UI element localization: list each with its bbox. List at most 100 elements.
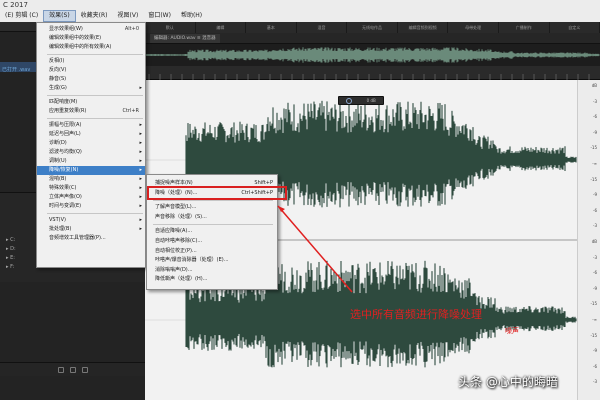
submenu-arrow-icon: ▸	[139, 194, 142, 200]
effects-menu: 显示效果组(W) Alt+0 编辑效果组中的效果(E) 编辑效果组中的所有效果(A) 反…	[36, 22, 146, 268]
db-tick: -∞	[592, 317, 597, 322]
menu-item[interactable]: (E) 剪辑 (C)	[0, 10, 43, 22]
menu-item-label: 反向(V)	[49, 67, 67, 73]
workspace-tab[interactable]: 广播制作	[499, 22, 550, 33]
volume-knob-icon[interactable]	[346, 97, 353, 104]
menu-item[interactable]: 混响(B) ▸	[37, 175, 145, 184]
menu-item[interactable]: 自适应降噪(A)...	[147, 227, 277, 236]
menu-item-label: VST(V)	[49, 217, 66, 223]
workspace-tab[interactable]: 无线电作品	[347, 22, 398, 33]
menu-item[interactable]: 了解声音模型(L)...	[147, 203, 277, 212]
workspace-tab[interactable]: 混音	[297, 22, 348, 33]
menu-item[interactable]: 降低嘶声（处理）(H)...	[147, 275, 277, 284]
submenu-arrow-icon: ▸	[139, 185, 142, 191]
play-icon[interactable]	[57, 366, 64, 373]
annotation-small: 噪声	[505, 327, 519, 335]
menu-item[interactable]: VST(V) ▸	[37, 216, 145, 225]
menu-item[interactable]: 收藏夹(R)	[76, 10, 113, 22]
menu-item-label: 显示效果组(W)	[49, 26, 83, 32]
menu-item[interactable]: 窗口(W)	[143, 10, 176, 22]
workspace-tab[interactable]: 编辑	[196, 22, 247, 33]
menu-item[interactable]: 时间与变调(E) ▸	[37, 202, 145, 211]
menu-separator	[153, 224, 273, 226]
submenu-arrow-icon: ▸	[139, 203, 142, 209]
menu-item[interactable]: 应用重复效果(R) Ctrl+R	[37, 107, 145, 116]
menu-item-label: 降噪/恢复(N)	[49, 167, 79, 173]
watermark: 头条 @心中的晦暗	[458, 375, 558, 389]
menu-item[interactable]: 特殊效果(C) ▸	[37, 184, 145, 193]
submenu-arrow-icon: ▸	[139, 158, 142, 164]
menu-item[interactable]: 咔嗒声/爆音消除器（处理）(E)...	[147, 256, 277, 265]
db-tick: -9	[593, 348, 597, 354]
menu-item[interactable]: 自动咔嗒声移除(C)...	[147, 237, 277, 246]
drive-item[interactable]: ▸ C:	[6, 237, 15, 243]
menu-item[interactable]: 立体声声像(O) ▸	[37, 193, 145, 202]
menu-item[interactable]: 反向(V)	[37, 66, 145, 75]
submenu-arrow-icon: ▸	[139, 122, 142, 128]
menu-separator	[47, 118, 143, 119]
loop-icon[interactable]	[81, 366, 88, 373]
submenu-arrow-icon: ▸	[139, 217, 142, 223]
menu-item-label: 混响(B)	[49, 176, 67, 182]
timeline-ruler[interactable]	[145, 66, 600, 80]
menu-item[interactable]: 视图(V)	[113, 10, 144, 22]
menu-item[interactable]: 编辑效果组中的所有效果(A)	[37, 43, 145, 52]
menu-item[interactable]: 批处理(B) ▸	[37, 225, 145, 234]
menu-item-label: 调制(U)	[49, 158, 67, 164]
menu-item-label: 批处理(B)	[49, 226, 72, 232]
menu-separator	[47, 54, 143, 55]
menu-item[interactable]: 调制(U) ▸	[37, 157, 145, 166]
submenu-arrow-icon: ▸	[139, 131, 142, 137]
record-icon[interactable]	[69, 366, 76, 373]
menu-item[interactable]: 编辑效果组中的效果(E)	[37, 34, 145, 43]
submenu-arrow-icon: ▸	[139, 226, 142, 232]
menu-item-label: 降低嘶声（处理）(H)...	[155, 276, 208, 283]
file-label: 已打开 .wav	[2, 67, 31, 73]
submenu-arrow-icon: ▸	[139, 140, 142, 146]
menu-item[interactable]: 滤波与均衡(Q) ▸	[37, 148, 145, 157]
menu-item[interactable]: 显示效果组(W) Alt+0	[37, 25, 145, 34]
menu-item[interactable]: 反相(I)	[37, 57, 145, 66]
workspace-tab[interactable]: 基本	[246, 22, 297, 33]
menu-bar: (E) 剪辑 (C) 效果(S) 收藏夹(R) 视图(V) 窗口(W) 帮助(H)	[0, 10, 600, 22]
menu-item[interactable]: 振幅与压限(A) ▸	[37, 121, 145, 130]
workspace-tab[interactable]: 自定义	[550, 22, 600, 33]
menu-item-label: 滤波与均衡(Q)	[49, 149, 82, 155]
submenu-arrow-icon: ▸	[139, 149, 142, 155]
menu-item[interactable]: 自动相位校正(P)...	[147, 247, 277, 256]
menu-item[interactable]: 降噪/恢复(N) ▸	[37, 166, 145, 175]
menu-item-label: 匹配响度(M)	[49, 99, 78, 105]
menu-item-label: 应用重复效果(R)	[49, 108, 87, 114]
menu-item-label: 了解声音模型(L)...	[155, 204, 197, 211]
workspace-tab[interactable]: 母带处理	[448, 22, 499, 33]
menu-item[interactable]: 诊断(D) ▸	[37, 139, 145, 148]
menu-item[interactable]: 声音移除（处理）(S)...	[147, 213, 277, 222]
menu-item-label: 音频增效工具管理器(P)...	[49, 235, 106, 241]
menu-item[interactable]: 消除嗡嗡声(D)...	[147, 266, 277, 275]
menu-item[interactable]: 静音(S)	[37, 75, 145, 84]
db-tick: -3	[593, 98, 597, 104]
volume-hud[interactable]: 0 dB	[338, 96, 384, 105]
menu-item-label: 反相(I)	[49, 58, 65, 64]
drive-item[interactable]: ▸ E:	[6, 255, 15, 261]
workspace-switcher: 默认 编辑 基本 混音 无线电作品 编辑音频到视频 母带处理 广播制作 自定义	[145, 22, 600, 33]
editor-tab[interactable]: 编辑器: AUDIO.wav ≡ 混音器	[150, 34, 220, 43]
workspace-tab[interactable]: 编辑音频到视频	[398, 22, 449, 33]
menu-item[interactable]: 帮助(H)	[176, 10, 207, 22]
menu-item[interactable]: 效果(S)	[43, 10, 76, 22]
menu-separator	[47, 213, 143, 214]
menu-item-label: 诊断(D)	[49, 140, 67, 146]
menu-item[interactable]: 生成(G) ▸	[37, 84, 145, 93]
submenu-arrow-icon: ▸	[139, 176, 142, 182]
menu-item[interactable]: 延迟与回声(L) ▸	[37, 130, 145, 139]
menu-item-label: 消除嗡嗡声(D)...	[155, 266, 193, 273]
menu-item[interactable]: 匹配响度(M)	[37, 98, 145, 107]
annotation-text: 选中所有音频进行降噪处理	[350, 308, 482, 321]
menu-separator	[47, 95, 143, 96]
workspace-tab[interactable]: 默认	[145, 22, 196, 33]
menu-item-label: 立体声声像(O)	[49, 194, 82, 200]
overview-waveform[interactable]	[144, 44, 600, 66]
drive-item[interactable]: ▸ D:	[6, 246, 16, 252]
drive-item[interactable]: ▸ F:	[6, 264, 14, 270]
menu-item[interactable]: 音频增效工具管理器(P)...	[37, 234, 145, 243]
